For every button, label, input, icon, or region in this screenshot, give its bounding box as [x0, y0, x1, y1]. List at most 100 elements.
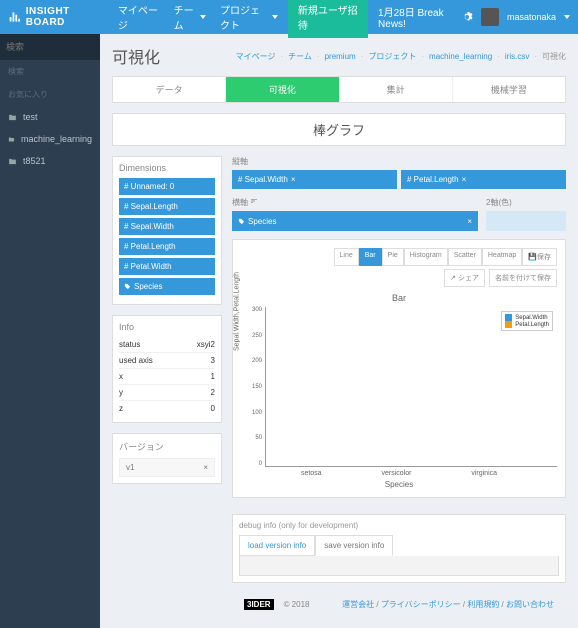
crumb[interactable]: iris.csv	[505, 52, 529, 61]
page-title: 可視化	[112, 44, 160, 68]
y-axis-ticks: 300250200150100500	[241, 307, 265, 467]
dim-item[interactable]: # Petal.Length	[119, 238, 215, 255]
info-row: statusxsyi2	[119, 337, 215, 353]
dim-item[interactable]: # Sepal.Length	[119, 198, 215, 215]
version-row[interactable]: v1×	[119, 458, 215, 477]
plot-title: Bar	[241, 293, 557, 303]
crumb[interactable]: プロジェクト	[368, 51, 416, 62]
chevron-down-icon	[272, 15, 278, 19]
info-panel: Info statusxsyi2 used axis3 x1 y2 z0	[112, 315, 222, 423]
plot-panel: Line Bar Pie Histogram Scatter Heatmap 💾…	[232, 239, 566, 498]
view-tabs: データ 可視化 集計 機械学習	[112, 76, 566, 103]
debug-body	[239, 556, 559, 576]
tab-aggregate[interactable]: 集計	[340, 77, 453, 102]
plot-type-heatmap[interactable]: Heatmap	[482, 248, 522, 266]
breadcrumb: マイページ· チーム· premium· プロジェクト· machine_lea…	[236, 51, 566, 62]
axis-y-pill[interactable]: # Sepal.Width×	[232, 170, 397, 189]
plot-type-controls: Line Bar Pie Histogram Scatter Heatmap 💾…	[241, 248, 557, 266]
sidebar: 検索 お気に入り test machine_learning t8521	[0, 34, 100, 628]
info-row: z0	[119, 401, 215, 416]
x-axis-ticks: setosaversicolorvirginica	[241, 470, 557, 477]
dim-item[interactable]: # Sepal.Width	[119, 218, 215, 235]
username[interactable]: masatonaka	[507, 12, 556, 22]
info-title: Info	[119, 322, 215, 332]
crumb-current: 可視化	[542, 51, 566, 62]
axis-x-drop[interactable]: Species×	[232, 211, 478, 231]
footer: 3IDER © 2018 運営会社 / プライバシーポリシー / 利用規約 / …	[232, 591, 566, 618]
topbar-right: masatonaka	[461, 8, 570, 26]
share-button[interactable]: ↗シェア	[444, 269, 485, 287]
x-axis-label: Species	[241, 480, 557, 489]
brand-text: INSIGHT BOARD	[26, 6, 100, 28]
info-row: x1	[119, 369, 215, 385]
sort-icon[interactable]	[250, 197, 258, 205]
gear-icon[interactable]	[461, 11, 473, 23]
folder-icon	[8, 135, 15, 144]
footer-link[interactable]: 運営会社	[342, 600, 374, 609]
axis-x-label: 横軸	[232, 197, 478, 208]
tag-icon	[124, 283, 131, 290]
sidebar-item-ml[interactable]: machine_learning	[0, 128, 100, 150]
debug-tab-load[interactable]: load version info	[239, 535, 315, 556]
footer-link[interactable]: プライバシーポリシー	[381, 600, 461, 609]
footer-brand: 3IDER	[244, 599, 274, 610]
chevron-down-icon	[200, 15, 206, 19]
crumb[interactable]: チーム	[288, 51, 312, 62]
plot-type-bar[interactable]: Bar	[359, 248, 382, 266]
logo-icon	[8, 9, 22, 25]
chevron-down-icon	[564, 15, 570, 19]
dim-item[interactable]: Species	[119, 278, 215, 295]
crumb[interactable]: マイページ	[236, 51, 276, 62]
version-title: バージョン	[119, 440, 215, 453]
axis-z-drop[interactable]	[486, 211, 566, 231]
tab-ml[interactable]: 機械学習	[453, 77, 565, 102]
crumb[interactable]: machine_learning	[429, 52, 492, 61]
tag-icon	[238, 218, 245, 225]
close-icon[interactable]: ×	[462, 175, 467, 184]
dimensions-title: Dimensions	[119, 163, 215, 173]
close-icon[interactable]: ×	[467, 217, 472, 226]
nav-team[interactable]: チーム	[174, 2, 206, 32]
axis-z-label: 2軸(色)	[486, 197, 566, 208]
search-box[interactable]	[0, 34, 100, 60]
plot-type-hist[interactable]: Histogram	[404, 248, 448, 266]
footer-link[interactable]: 利用規約	[467, 600, 499, 609]
avatar[interactable]	[481, 8, 499, 26]
folder-icon	[8, 157, 17, 166]
plot-type-line[interactable]: Line	[334, 248, 359, 266]
folder-icon	[8, 113, 17, 122]
dimensions-panel: Dimensions # Unnamed: 0 # Sepal.Length #…	[112, 156, 222, 305]
sidebar-item-t8521[interactable]: t8521	[0, 150, 100, 172]
version-panel: バージョン v1×	[112, 433, 222, 484]
debug-tab-save[interactable]: save version info	[315, 535, 393, 556]
nav-project[interactable]: プロジェクト	[220, 2, 278, 32]
topnav: マイページ チーム プロジェクト	[118, 2, 278, 32]
topbar: INSIGHT BOARD マイページ チーム プロジェクト 新規ユーザ招待 1…	[0, 0, 578, 34]
chart-heading: 棒グラフ	[112, 113, 566, 146]
nav-mypage[interactable]: マイページ	[118, 2, 160, 32]
info-row: y2	[119, 385, 215, 401]
invite-button[interactable]: 新規ユーザ招待	[288, 0, 368, 38]
axis-y-pill[interactable]: # Petal.Length×	[401, 170, 566, 189]
dim-item[interactable]: # Unnamed: 0	[119, 178, 215, 195]
break-news[interactable]: 1月28日 Break News!	[378, 4, 461, 30]
debug-title: debug info (only for development)	[239, 521, 559, 530]
footer-link[interactable]: お問い合わせ	[506, 600, 554, 609]
side-section-fav: お気に入り	[0, 83, 100, 106]
plot-type-scatter[interactable]: Scatter	[448, 248, 482, 266]
tab-data[interactable]: データ	[113, 77, 226, 102]
tab-visualize[interactable]: 可視化	[226, 77, 339, 102]
sidebar-item-test[interactable]: test	[0, 106, 100, 128]
debug-panel: debug info (only for development) load v…	[232, 514, 566, 583]
logo[interactable]: INSIGHT BOARD	[8, 6, 100, 28]
axis-y-label: 縦軸	[232, 156, 566, 167]
plot-type-pie[interactable]: Pie	[382, 248, 404, 266]
dim-item[interactable]: # Petal.Width	[119, 258, 215, 275]
copyright: © 2018	[284, 600, 310, 609]
close-icon[interactable]: ×	[203, 463, 208, 472]
save-as-button[interactable]: 名前を付けて保存	[489, 269, 557, 287]
side-section-search: 検索	[0, 60, 100, 83]
crumb[interactable]: premium	[325, 52, 356, 61]
save-button[interactable]: 💾保存	[522, 248, 557, 266]
close-icon[interactable]: ×	[291, 175, 296, 184]
